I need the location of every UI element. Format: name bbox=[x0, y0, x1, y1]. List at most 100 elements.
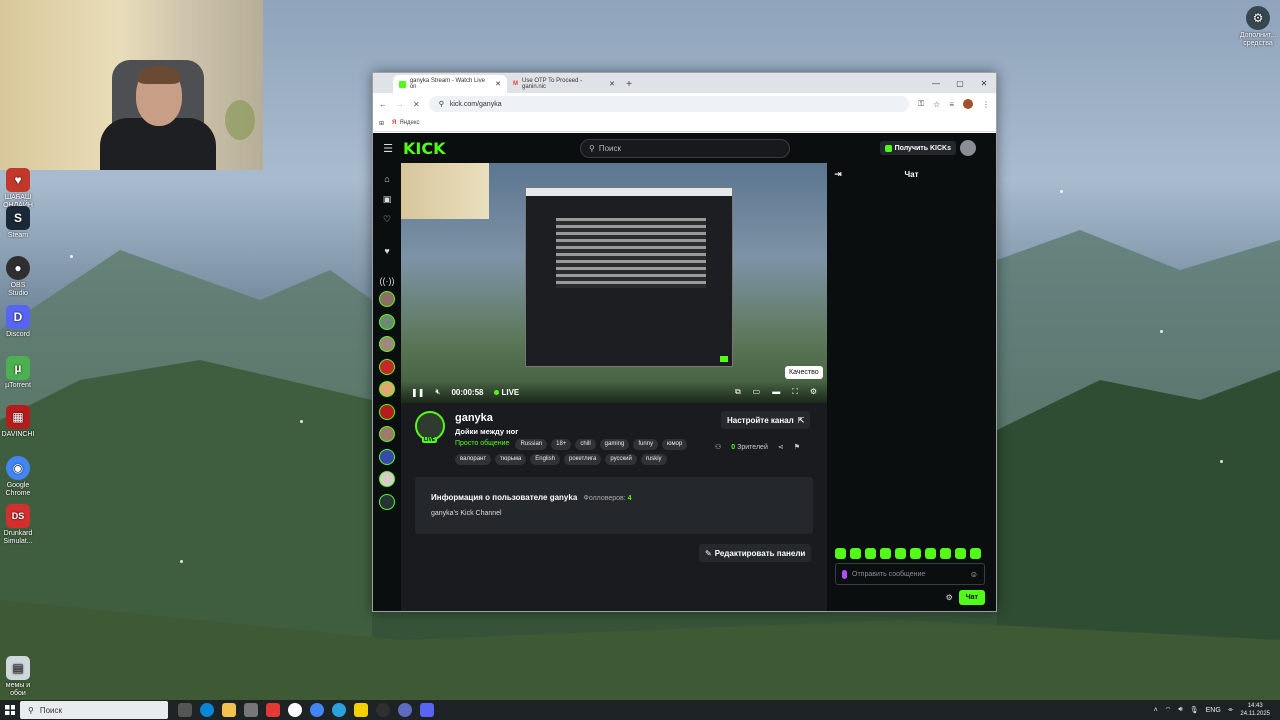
close-tab-icon[interactable]: ✕ bbox=[609, 80, 615, 88]
emoji-icon[interactable]: ☺ bbox=[970, 570, 978, 579]
followed-channel-avatar[interactable] bbox=[379, 291, 395, 307]
maximize-button[interactable]: ▢ bbox=[948, 73, 972, 93]
desktop-icon-chrome[interactable]: ◉ Google Chrome bbox=[0, 456, 36, 498]
emote[interactable] bbox=[910, 548, 921, 559]
taskbar-search[interactable]: ⚲ Поиск bbox=[20, 701, 168, 719]
channel-name[interactable]: ganyka bbox=[455, 412, 493, 424]
edit-panels-button[interactable]: ✎ Редактировать панели bbox=[699, 544, 812, 562]
emote[interactable] bbox=[940, 548, 951, 559]
minimize-button[interactable]: — bbox=[924, 73, 948, 93]
network-icon[interactable]: ⌔ bbox=[1165, 706, 1172, 715]
desktop-icon-utorrent[interactable]: µ µTorrent bbox=[0, 356, 36, 390]
browse-icon[interactable]: ▣ bbox=[373, 189, 401, 209]
tag[interactable]: русский bbox=[605, 454, 637, 465]
bookmark-yandex[interactable]: Я Яндекс bbox=[392, 120, 420, 126]
emote[interactable] bbox=[970, 548, 981, 559]
discord-icon[interactable] bbox=[420, 703, 434, 717]
telegram-icon[interactable] bbox=[332, 703, 346, 717]
pip-icon[interactable]: ⧉ bbox=[735, 387, 741, 397]
chat-settings-icon[interactable]: ⚙ bbox=[946, 593, 953, 602]
home-icon[interactable]: ⌂ bbox=[373, 169, 401, 189]
star-icon[interactable]: ☆ bbox=[933, 100, 940, 109]
tag[interactable]: рокетлига bbox=[563, 454, 602, 465]
tag[interactable]: funny bbox=[633, 439, 659, 450]
back-icon[interactable]: ← bbox=[379, 100, 387, 109]
setup-channel-button[interactable]: Настройте канал ⇱ bbox=[721, 411, 811, 429]
chat-message-input[interactable]: Отправить сообщение ☺ bbox=[835, 563, 985, 585]
live-channels-icon[interactable]: ((·)) bbox=[373, 271, 401, 291]
emote[interactable] bbox=[865, 548, 876, 559]
tab-kick[interactable]: ganyka Stream - Watch Live on ✕ bbox=[393, 75, 507, 93]
tag[interactable]: gaming bbox=[599, 439, 630, 450]
kick-logo[interactable]: KICK bbox=[403, 139, 446, 158]
emote[interactable] bbox=[895, 548, 906, 559]
pause-icon[interactable]: ❚❚ bbox=[411, 388, 424, 397]
volume-icon[interactable]: 🔊︎ bbox=[1178, 706, 1182, 714]
profile-avatar[interactable] bbox=[963, 99, 973, 109]
desktop-icon-steam[interactable]: S Steam bbox=[0, 206, 36, 240]
followed-channel-avatar[interactable] bbox=[379, 336, 395, 352]
following-icon[interactable]: ♡ bbox=[373, 209, 401, 229]
tag[interactable]: юмор bbox=[662, 439, 688, 450]
clip-icon[interactable]: ▭ bbox=[753, 387, 761, 397]
followed-channel-avatar[interactable] bbox=[379, 403, 395, 420]
user-avatar[interactable] bbox=[960, 140, 976, 156]
tag[interactable]: 18+ bbox=[551, 439, 572, 450]
app-icon[interactable] bbox=[398, 703, 412, 717]
emote[interactable] bbox=[925, 548, 936, 559]
moderator-icon[interactable]: ⚑ bbox=[794, 443, 800, 451]
forward-icon[interactable]: → bbox=[396, 100, 404, 109]
desktop-icon-shabash[interactable]: ♥ ШАБАШ ОНЛАЙН bbox=[0, 168, 36, 210]
equalizer-icon[interactable] bbox=[354, 703, 368, 717]
obs-icon[interactable] bbox=[376, 703, 390, 717]
hamburger-menu-icon[interactable]: ☰ bbox=[373, 142, 403, 155]
followed-channel-avatar[interactable] bbox=[379, 313, 395, 330]
followed-channel-avatar[interactable] bbox=[379, 448, 395, 465]
send-chat-button[interactable]: Чат bbox=[958, 590, 985, 605]
emote[interactable] bbox=[955, 548, 966, 559]
explorer-icon[interactable] bbox=[222, 703, 236, 717]
start-button[interactable] bbox=[0, 700, 20, 720]
url-field[interactable]: ⚲ kick.com/ganyka bbox=[428, 96, 910, 112]
chrome-icon[interactable] bbox=[310, 703, 324, 717]
task-view-icon[interactable] bbox=[178, 703, 192, 717]
close-tab-icon[interactable]: ✕ bbox=[495, 80, 501, 88]
desktop-icon-drunkard[interactable]: DS Drunkard Simulat... bbox=[0, 504, 36, 546]
followed-channel-avatar[interactable] bbox=[379, 471, 395, 487]
clock[interactable]: 14:43 24.11.2025 bbox=[1240, 702, 1270, 718]
calculator-icon[interactable] bbox=[244, 703, 258, 717]
settings-gear-icon[interactable]: ⚙ bbox=[810, 387, 817, 397]
yandex-browser-icon[interactable] bbox=[288, 703, 302, 717]
show-hidden-icon[interactable]: ˄ bbox=[1154, 707, 1158, 714]
key-icon[interactable]: ⚿ bbox=[918, 99, 924, 109]
followed-channel-avatar[interactable] bbox=[379, 358, 395, 375]
collapse-chat-icon[interactable]: ⇥ bbox=[827, 169, 849, 180]
tag[interactable]: валорант bbox=[455, 454, 492, 465]
desktop-icon-discord[interactable]: D Discord bbox=[0, 305, 36, 339]
menu-icon[interactable]: ⋮ bbox=[982, 100, 990, 109]
fullscreen-icon[interactable]: ⛶ bbox=[792, 387, 798, 397]
followed-channel-avatar[interactable] bbox=[379, 381, 395, 397]
tag[interactable]: тюрьма bbox=[495, 454, 527, 465]
tag[interactable]: ruskiy bbox=[640, 454, 667, 465]
mic-icon[interactable]: 🎙︎ bbox=[1190, 706, 1199, 714]
desktop-icon-memes-folder[interactable]: ▤ мемы и обои bbox=[0, 656, 36, 698]
category-link[interactable]: Просто общение bbox=[455, 439, 509, 450]
get-kicks-button[interactable]: Получить KICKs bbox=[879, 141, 956, 155]
tab-gmail[interactable]: M Use OTP To Proceed - ganin.nic ✕ bbox=[507, 75, 621, 93]
close-window-button[interactable]: ✕ bbox=[972, 73, 996, 93]
new-tab-button[interactable]: + bbox=[621, 75, 637, 93]
search-input[interactable]: ⚲ Поиск bbox=[580, 139, 790, 158]
tag[interactable]: English bbox=[530, 454, 560, 465]
emote[interactable] bbox=[835, 548, 846, 559]
desktop-icon-extra-tools[interactable]: ⚙ Дополнит... средства bbox=[1238, 6, 1278, 48]
video-player[interactable]: ❚❚ 🔇︎ 00:00:58 LIVE ⧉ ▭ ▬ ⛶ ⚙ bbox=[401, 163, 827, 403]
youtube-icon[interactable] bbox=[266, 703, 280, 717]
desktop-icon-davinchi[interactable]: ▦ DAVINCHI bbox=[0, 405, 36, 439]
followed-channel-avatar[interactable] bbox=[379, 426, 395, 442]
followed-channel-avatar[interactable] bbox=[379, 493, 395, 510]
tag[interactable]: Russian bbox=[515, 439, 548, 450]
mute-icon[interactable]: 🔇︎ bbox=[435, 387, 440, 397]
theater-mode-icon[interactable]: ▬ bbox=[772, 387, 780, 397]
wifi-icon[interactable]: ⌯ bbox=[1228, 706, 1234, 714]
